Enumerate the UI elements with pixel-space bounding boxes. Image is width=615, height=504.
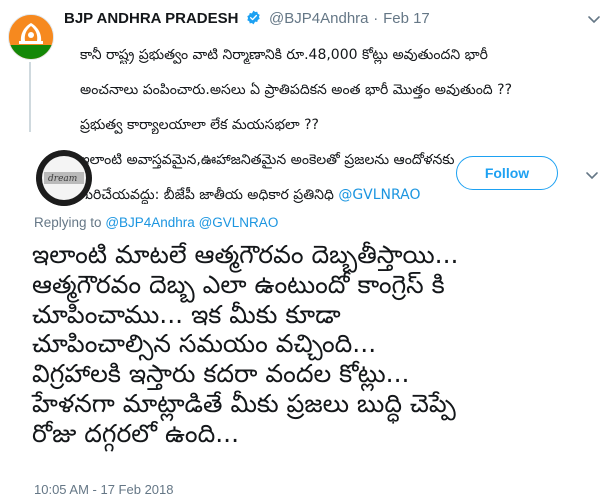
svg-text:dream: dream (48, 174, 77, 184)
tweet-text-line: రోజు దగ్గరలో ఉంది... (32, 418, 240, 448)
chevron-down-icon[interactable] (587, 10, 601, 29)
author-handle[interactable]: @BJP4Andhra (269, 10, 368, 27)
quoted-text-line: అంచనాలు పంపించారు.అసలు ఏ ప్రాతిపదికన అంత… (80, 81, 513, 98)
quoted-tweet-text: కానీ రాష్ట్ర ప్రభుత్వం వాటి నిర్మాణానికి… (80, 29, 610, 222)
quoted-text-line: కానీ రాష్ట్ర ప్రభుత్వం వాటి నిర్మాణానికి… (80, 46, 488, 63)
mention-link[interactable]: @GVLNRAO (199, 215, 279, 230)
tweet-text-line: చూపించాల్సిన సమయం వచ్చింది... (32, 329, 377, 359)
quoted-tweet[interactable]: BJP ANDHRA PRADESH @BJP4Andhra · Feb 17 … (0, 0, 615, 203)
replying-to: Replying to @BJP4Andhra @GVLNRAO (34, 215, 278, 230)
replying-to-label: Replying to (34, 215, 102, 230)
tweet-text-line: చూపించాము... ఇక మీకు కూడా (32, 299, 341, 329)
header-separator: · (373, 10, 379, 27)
author-name[interactable]: BJP ANDHRA PRADESH (64, 10, 238, 27)
tweet-text: ఇలాంటి మాటలే ఆత్మగౌరవం దెబ్బతీస్తాయి... … (32, 240, 602, 449)
quoted-text-line-tail: గురిచేయవద్దు: బీజేపీ జాతీయ అధికార ప్రతిన… (80, 186, 339, 203)
tweet-text-line: ఆత్మగౌరవం దెబ్బ ఎలా ఉంటుందో కాంగ్రెస్ కి (32, 269, 445, 299)
tweet-text-line: విగ్రహాలకి ఇస్తారు కదరా వందల కోట్లు... (32, 359, 410, 389)
mention-link[interactable]: @GVLNRAO (338, 187, 420, 203)
quoted-text-line: ప్రభుత్వ కార్యాలయాలా లేక మయసభలా ?? (80, 116, 319, 133)
chevron-down-icon[interactable] (585, 166, 599, 185)
follow-button[interactable]: Follow (456, 156, 558, 190)
thread-connector-line (29, 62, 31, 132)
user-avatar[interactable]: dream (36, 150, 92, 206)
verified-badge-icon (246, 10, 261, 29)
tweet-text-line: హేళనగా మాట్లాడితే మీకు ప్రజలు బుద్ధి చెప… (32, 388, 456, 418)
tweet-text-line: ఇలాంటి మాటలే ఆత్మగౌరవం దెబ్బతీస్తాయి... (32, 240, 459, 269)
tweet-date[interactable]: Feb 17 (383, 10, 430, 27)
mention-link[interactable]: @BJP4Andhra (105, 215, 195, 230)
bjp-logo-icon[interactable] (8, 14, 54, 60)
tweet-timestamp[interactable]: 10:05 AM - 17 Feb 2018 (34, 482, 173, 497)
quoted-tweet-header: BJP ANDHRA PRADESH @BJP4Andhra · Feb 17 (64, 9, 430, 29)
